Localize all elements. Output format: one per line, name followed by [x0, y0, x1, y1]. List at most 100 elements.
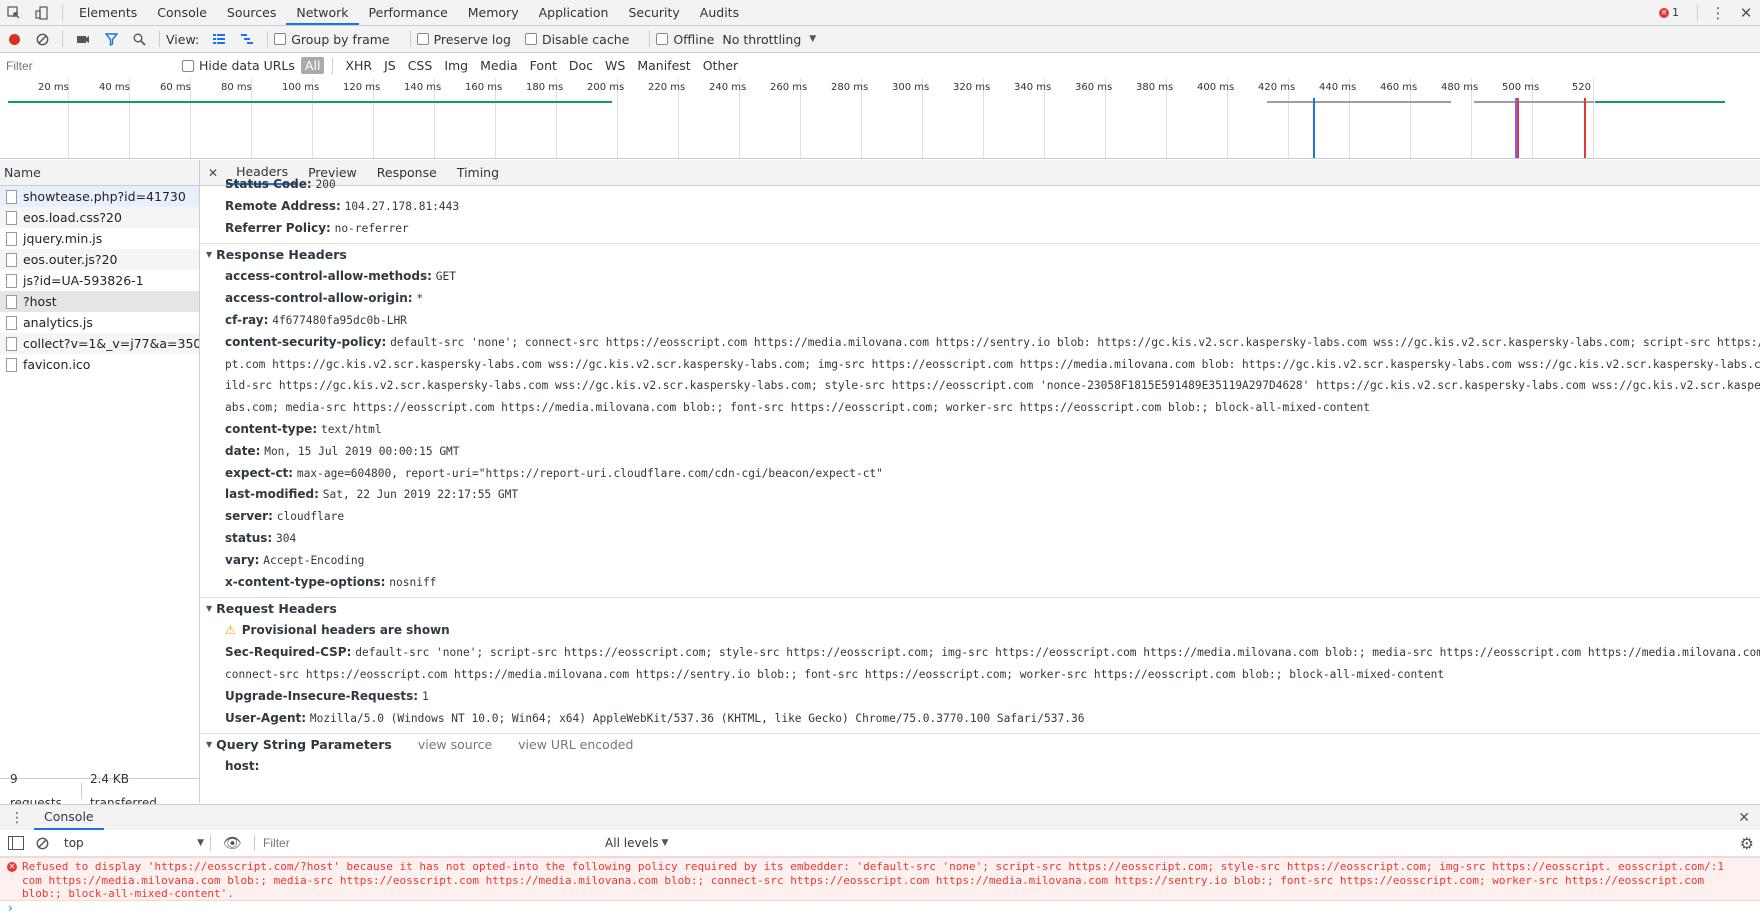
filter-type-font[interactable]: Font — [526, 57, 561, 74]
header-value: default-src 'none'; script-src https://e… — [355, 646, 1760, 660]
clear-console-icon[interactable] — [32, 833, 52, 853]
preserve-log-checkbox[interactable] — [416, 33, 429, 45]
timeline-tick-label: 220 ms — [648, 82, 686, 93]
search-icon[interactable] — [129, 29, 149, 49]
tab-application[interactable]: Application — [529, 0, 619, 25]
request-headers-header[interactable]: ▼ Request Headers — [200, 598, 1760, 620]
console-filter-input[interactable] — [261, 833, 606, 853]
request-row[interactable]: showtease.php?id=41730 — [0, 186, 199, 207]
detail-tab-timing[interactable]: Timing — [447, 160, 509, 185]
capture-screenshots-icon[interactable] — [73, 29, 93, 49]
timeline-overview: 20 ms 40 ms 60 ms 80 ms 100 ms 120 ms 140 ms 16… — [0, 78, 1760, 159]
more-options-icon[interactable]: ⋮ — [1708, 3, 1728, 23]
response-headers-header[interactable]: ▼ Response Headers — [200, 244, 1760, 266]
close-devtools-icon[interactable]: ✕ — [1736, 3, 1756, 23]
timeline-event-marker — [1584, 98, 1586, 158]
header-key: content-security-policy: — [225, 334, 387, 349]
context-selector[interactable]: top ▼ — [64, 836, 204, 850]
tab-security[interactable]: Security — [618, 0, 689, 25]
throttling-select[interactable]: No throttling — [722, 32, 801, 47]
timeline-request-bar — [8, 101, 612, 103]
view-source-link[interactable]: view source — [418, 734, 492, 756]
console-sidebar-icon[interactable] — [8, 836, 24, 850]
tab-console[interactable]: Console — [147, 0, 217, 25]
header-row: x-content-type-options: nosniff — [200, 572, 1760, 594]
query-string-parameters-title: Query String Parameters — [216, 737, 392, 753]
tab-network[interactable]: Network — [286, 0, 359, 25]
separator — [332, 57, 334, 74]
offline-checkbox[interactable] — [656, 33, 669, 45]
hide-data-urls-checkbox[interactable] — [182, 59, 194, 72]
header-row: Upgrade-Insecure-Requests: 1 — [200, 686, 1760, 708]
header-value: cloudflare — [276, 510, 345, 524]
request-row[interactable]: analytics.js — [0, 312, 199, 333]
filter-type-other[interactable]: Other — [699, 57, 743, 74]
header-value: abs.com; media-src https://eosscript.com… — [225, 401, 1371, 415]
filter-type-media[interactable]: Media — [476, 57, 522, 74]
log-levels-select[interactable]: All levels — [605, 836, 658, 850]
request-row[interactable]: js?id=UA-593826-1 — [0, 270, 199, 291]
filter-type-img[interactable]: Img — [440, 57, 472, 74]
filter-type-manifest[interactable]: Manifest — [633, 57, 694, 74]
name-column-header[interactable]: Name — [0, 160, 199, 186]
filter-type-xhr[interactable]: XHR — [341, 57, 376, 74]
devtools-tab-bar: Elements Console Sources Network Performance… — [0, 0, 1760, 26]
timeline-tick-label: 40 ms — [99, 82, 130, 93]
detail-tab-response[interactable]: Response — [367, 160, 447, 185]
request-row[interactable]: eos.load.css?20 — [0, 207, 199, 228]
filter-input[interactable] — [0, 55, 168, 76]
timeline-gridline — [1593, 78, 1594, 158]
group-by-frame-checkbox[interactable] — [274, 33, 287, 45]
separator — [80, 783, 82, 799]
separator — [62, 31, 63, 47]
separator — [1697, 4, 1698, 21]
header-key: cf-ray: — [225, 312, 269, 327]
clear-icon[interactable] — [32, 29, 52, 49]
header-key: User-Agent: — [225, 710, 307, 725]
tab-elements[interactable]: Elements — [69, 0, 147, 25]
header-key: Referrer Policy: — [225, 220, 331, 235]
inspect-element-icon[interactable] — [4, 3, 24, 23]
console-prompt-icon[interactable]: › — [8, 901, 13, 915]
request-row[interactable]: jquery.min.js — [0, 228, 199, 249]
header-value: text/html — [320, 422, 382, 436]
disable-cache-checkbox[interactable] — [524, 33, 537, 45]
tab-memory[interactable]: Memory — [458, 0, 529, 25]
tab-audits[interactable]: Audits — [690, 0, 749, 25]
filter-icon[interactable] — [101, 29, 121, 49]
console-error-line: com https://media.milovana.com blob:; me… — [22, 873, 1705, 887]
filter-type-css[interactable]: CSS — [404, 57, 437, 74]
tab-sources[interactable]: Sources — [217, 0, 286, 25]
device-toolbar-icon[interactable] — [32, 3, 52, 23]
provisional-text: Provisional headers are shown — [241, 623, 450, 638]
query-string-parameters-header[interactable]: ▼ Query String Parameters view source view … — [200, 734, 1760, 756]
request-row[interactable]: collect?v=1&_v=j77&a=35021... — [0, 333, 199, 354]
filter-type-ws[interactable]: WS — [601, 57, 629, 74]
filter-type-doc[interactable]: Doc — [565, 57, 597, 74]
view-url-encoded-link[interactable]: view URL encoded — [518, 734, 633, 756]
console-settings-gear-icon[interactable]: ⚙ — [1740, 834, 1754, 853]
header-value: ild-src https://gc.kis.v2.scr.kaspersky-… — [225, 379, 1760, 393]
large-rows-icon[interactable] — [209, 29, 229, 49]
drawer-tab-console[interactable]: Console — [34, 805, 104, 830]
live-expression-eye-icon[interactable]: 👁 — [223, 834, 242, 852]
request-row[interactable]: favicon.ico — [0, 354, 199, 375]
close-details-icon[interactable]: ✕ — [200, 166, 226, 180]
request-row[interactable]: eos.outer.js?20 — [0, 249, 199, 270]
error-counter[interactable]: ✕ 1 — [1659, 6, 1679, 19]
record-icon[interactable] — [4, 29, 24, 49]
close-drawer-icon[interactable]: ✕ — [1728, 810, 1760, 826]
request-name: showtease.php?id=41730 — [23, 189, 186, 204]
filter-type-js[interactable]: JS — [380, 57, 400, 74]
chevron-down-icon[interactable]: ▼ — [809, 34, 816, 44]
timeline-request-bar — [1267, 101, 1451, 103]
timeline-tick-label: 380 ms — [1136, 82, 1174, 93]
preserve-log-label: Preserve log — [433, 31, 511, 47]
tab-performance[interactable]: Performance — [359, 0, 458, 25]
waterfall-overview-icon[interactable] — [237, 29, 257, 49]
chevron-down-icon[interactable]: ▼ — [662, 838, 669, 848]
drawer-menu-icon[interactable]: ⋮ — [0, 810, 34, 826]
request-row[interactable]: ?host — [0, 291, 199, 312]
filter-type-all[interactable]: All — [300, 57, 325, 74]
header-value: GET — [435, 270, 456, 284]
